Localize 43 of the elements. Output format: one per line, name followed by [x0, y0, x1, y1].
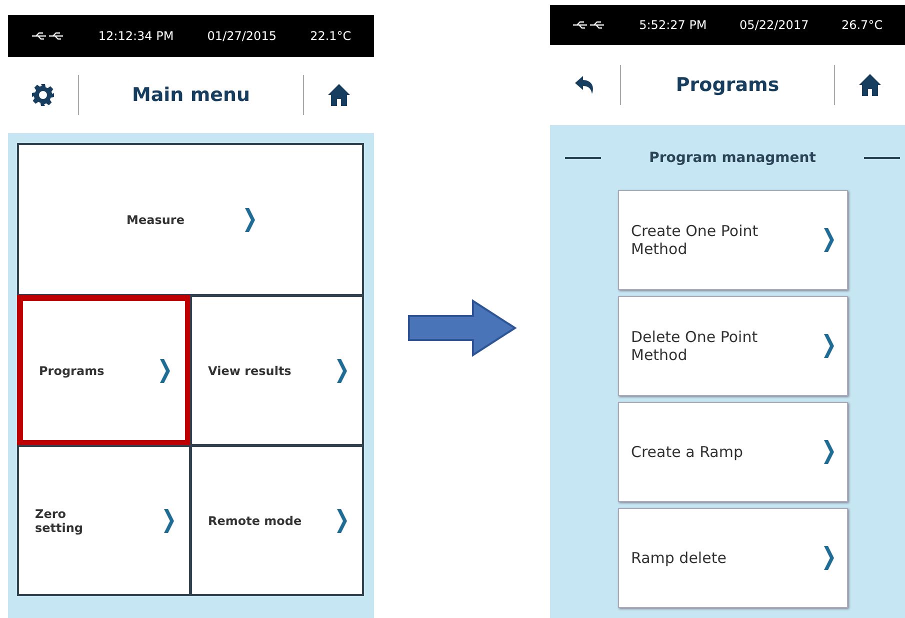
home-icon[interactable]: [327, 83, 351, 107]
tile-label: View results: [208, 364, 292, 378]
menu-tile[interactable]: Create a Ramp: [618, 402, 848, 502]
menu-tile[interactable]: Programs: [17, 295, 191, 446]
menu-tile[interactable]: Remote mode: [190, 445, 364, 596]
usb-icon: [572, 21, 606, 29]
tile-label: Create a Ramp: [631, 443, 743, 461]
menu-tile[interactable]: View results: [190, 295, 364, 446]
screen-title: Programs: [674, 74, 780, 96]
date-text: 01/27/2015: [207, 29, 276, 43]
menu-tile[interactable]: Ramp delete: [618, 508, 848, 608]
settings-icon[interactable]: [31, 83, 55, 107]
temperature-text: 26.7°C: [841, 18, 883, 32]
menu-tile[interactable]: Delete One Point Method: [618, 296, 848, 396]
chevron-icon: [336, 508, 348, 534]
chevron-icon: [823, 545, 835, 571]
date-text: 05/22/2017: [740, 18, 809, 32]
tile-label: Ramp delete: [631, 549, 726, 567]
chevron-icon: [823, 439, 835, 465]
usb-icon: [30, 32, 65, 40]
home-icon[interactable]: [858, 73, 882, 97]
chevron-icon: [159, 358, 171, 384]
screen-title: Main menu: [130, 84, 252, 106]
menu-tile[interactable]: Zero setting: [17, 445, 191, 596]
chevron-icon: [823, 333, 835, 359]
chevron-icon: [823, 227, 835, 253]
back-icon[interactable]: [574, 75, 596, 95]
tile-label: Programs: [39, 364, 104, 378]
time-text: 5:52:27 PM: [639, 18, 707, 32]
menu-tile[interactable]: Create One Point Method: [618, 190, 848, 290]
tile-label: Delete One Point Method: [631, 328, 758, 364]
temperature-text: 22.1°C: [310, 29, 352, 43]
tile-label: Measure: [126, 212, 184, 226]
right-arrow-icon: [407, 299, 517, 357]
menu-tile[interactable]: Measure: [17, 143, 364, 296]
chevron-icon: [336, 358, 348, 384]
tile-label: Create One Point Method: [631, 222, 758, 258]
time-text: 12:12:34 PM: [98, 29, 174, 43]
chevron-icon: [244, 206, 256, 232]
section-title: Program managment: [649, 150, 816, 166]
tile-label: Zero setting: [35, 506, 83, 534]
chevron-icon: [163, 508, 175, 534]
tile-label: Remote mode: [208, 514, 302, 528]
